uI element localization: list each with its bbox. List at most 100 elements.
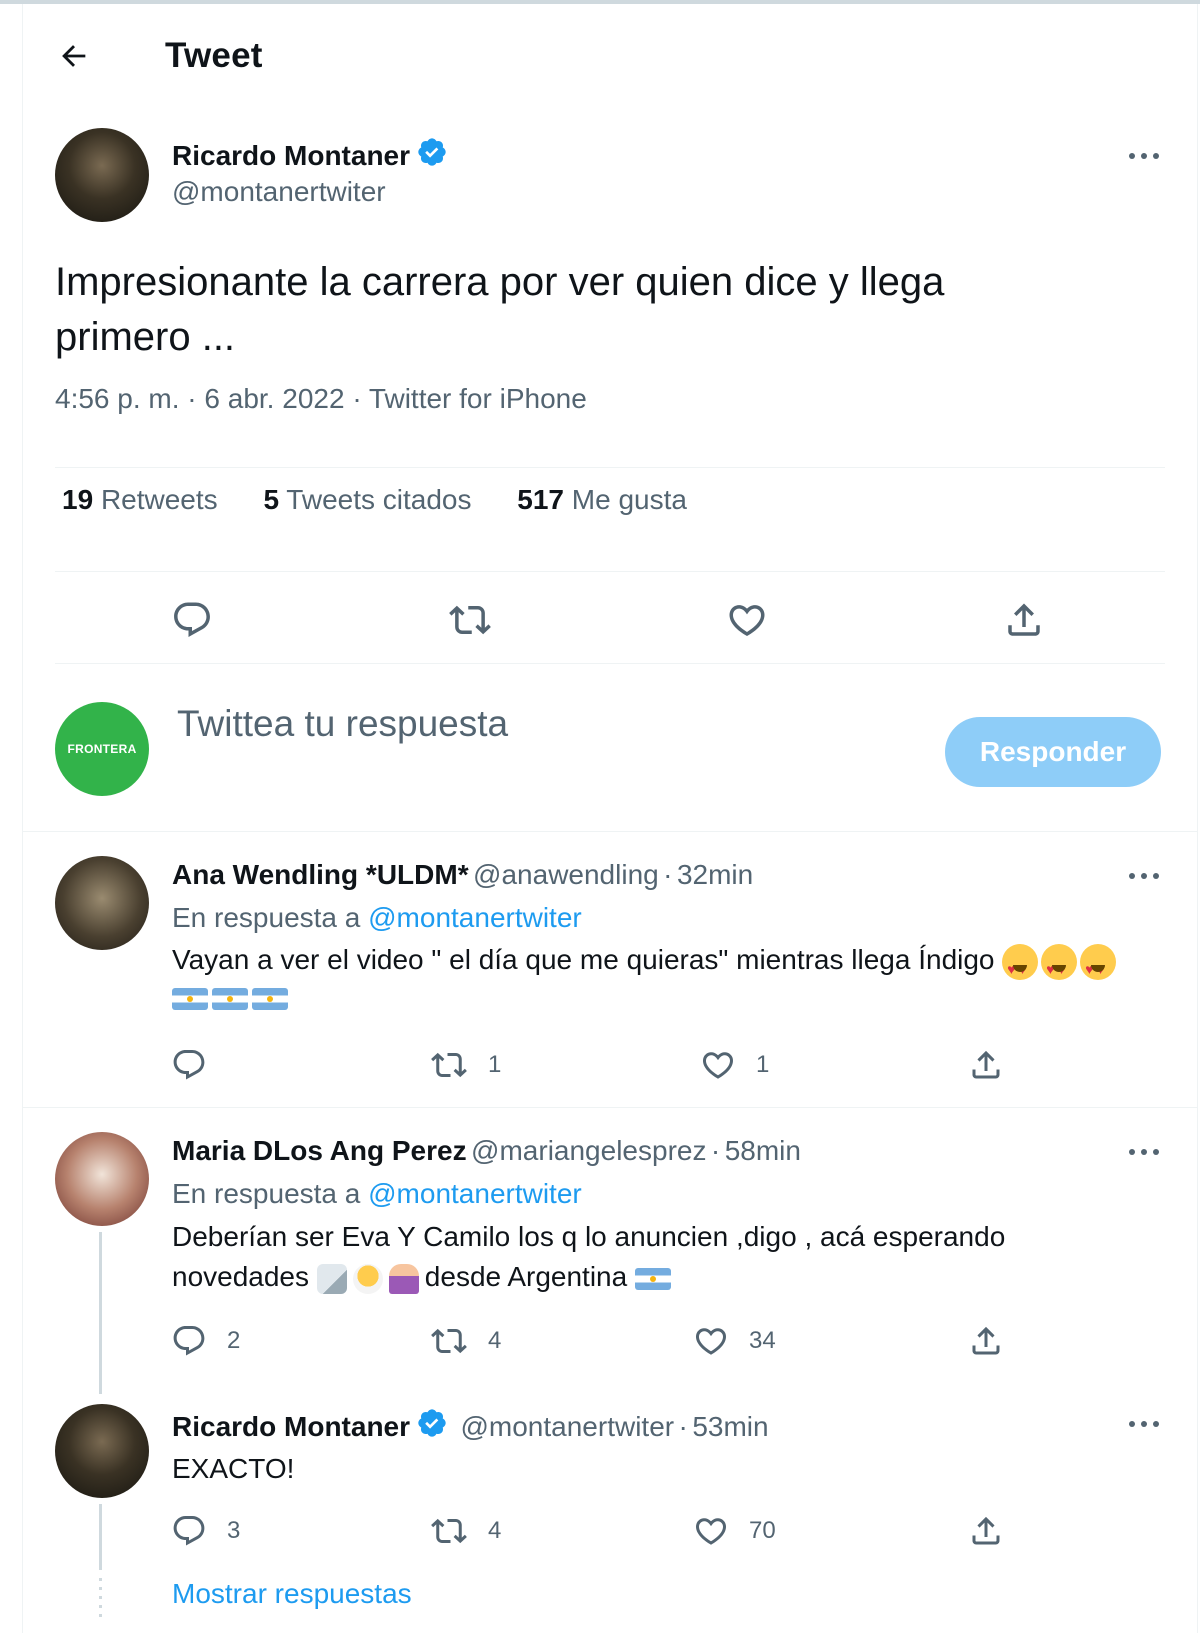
retweet-button[interactable]: 4 <box>430 1323 501 1359</box>
author-handle[interactable]: @montanertwiter <box>172 176 386 208</box>
more-icon <box>1129 153 1159 159</box>
more-icon <box>1129 1421 1159 1427</box>
author-name[interactable]: Ana Wendling *ULDM* <box>172 859 469 890</box>
author-handle[interactable]: @montanertwiter <box>460 1411 674 1442</box>
responder-button[interactable]: Responder <box>945 717 1161 787</box>
tweet-time[interactable]: 4:56 p. m. <box>55 383 180 414</box>
reply-time[interactable]: 53min <box>692 1411 768 1442</box>
flag-argentina <box>634 1267 671 1290</box>
reply-time[interactable]: 32min <box>677 859 753 890</box>
like-button[interactable]: 70 <box>693 1513 776 1549</box>
thread-connector <box>99 1232 102 1394</box>
reply-button[interactable]: 2 <box>171 1323 240 1359</box>
page-title: Tweet <box>165 36 263 75</box>
meta-separator: · <box>663 859 673 890</box>
tweet-source[interactable]: Twitter for iPhone <box>369 383 587 414</box>
show-replies-link[interactable]: Mostrar respuestas <box>172 1578 412 1610</box>
reply-text-line: Deberían ser Eva Y Camilo los q lo anunc… <box>172 1221 1006 1252</box>
like-button[interactable]: 34 <box>693 1323 776 1359</box>
quotes-stat[interactable]: 5 Tweets citados <box>263 484 471 516</box>
retweet-button[interactable]: 4 <box>430 1513 501 1549</box>
emoji-baby-bottle <box>316 1263 347 1294</box>
verified-badge-icon <box>418 1409 446 1437</box>
retweet-icon <box>431 1328 467 1354</box>
reply-time[interactable]: 58min <box>725 1135 801 1166</box>
composer-avatar[interactable]: FRONTERA <box>55 702 149 796</box>
reply-button[interactable] <box>171 599 213 641</box>
avatar[interactable] <box>55 1404 149 1498</box>
mention-link[interactable]: @montanertwiter <box>368 902 582 933</box>
meta-separator: · <box>352 383 362 414</box>
timeline-column <box>22 4 1198 1633</box>
divider <box>55 663 1165 664</box>
emoji-heart-eyes <box>1080 943 1117 989</box>
avatar[interactable] <box>55 856 149 950</box>
like-icon <box>729 605 765 637</box>
more-icon <box>1129 1149 1159 1155</box>
mention-link[interactable]: @montanertwiter <box>368 1178 582 1209</box>
reply-prefix: En respuesta a <box>172 902 361 933</box>
avatar[interactable] <box>55 128 149 222</box>
share-icon <box>972 1326 1000 1355</box>
share-button[interactable] <box>968 1047 1004 1083</box>
reply-icon <box>173 1516 205 1546</box>
page-header: Tweet <box>0 0 1200 110</box>
more-button[interactable] <box>1124 144 1164 168</box>
reply-button[interactable]: 3 <box>171 1513 240 1549</box>
meta-separator: · <box>710 1135 721 1166</box>
tweet-text-line: Impresionante la carrera por ver quien d… <box>55 260 945 304</box>
avatar[interactable] <box>55 1132 149 1226</box>
author-name[interactable]: Ricardo Montaner <box>172 1411 410 1442</box>
reply-count: 3 <box>227 1517 241 1544</box>
retweet-button[interactable]: 1 <box>430 1047 501 1083</box>
thread-dots <box>99 1578 102 1623</box>
reply-text-line: novedades desde Argentina <box>172 1257 1162 1297</box>
emoji-heart-eyes <box>1041 943 1078 989</box>
tweet-date[interactable]: 6 abr. 2022 <box>204 383 344 414</box>
reply-input[interactable]: Twittea tu respuesta <box>177 703 508 745</box>
reply-text-segment: desde Argentina <box>424 1261 628 1292</box>
reply-icon <box>174 602 210 637</box>
retweets-stat[interactable]: 19 Retweets <box>62 484 218 516</box>
share-icon <box>972 1516 1000 1545</box>
back-arrow-icon <box>62 45 86 67</box>
reply-prefix: En respuesta a <box>172 1178 361 1209</box>
emoji-heart-eyes <box>1002 943 1039 989</box>
like-button[interactable] <box>726 599 768 641</box>
share-button[interactable] <box>968 1323 1004 1359</box>
verified-badge-icon <box>418 138 446 166</box>
reply-header: Ana Wendling *ULDM* @anawendling · 32min <box>172 859 753 891</box>
retweets-label: Retweets <box>100 484 218 515</box>
tweet-text: Impresionante la carrera por ver quien d… <box>55 255 1135 365</box>
tweet-meta: 4:56 p. m. · 6 abr. 2022 · Twitter for i… <box>55 383 587 415</box>
like-button[interactable]: 1 <box>700 1047 769 1083</box>
author-name[interactable]: Ricardo Montaner <box>172 140 410 171</box>
frontera-logo-text: FRONTERA <box>67 742 137 756</box>
back-button[interactable] <box>52 34 96 78</box>
reply-context: En respuesta a @montanertwiter <box>172 902 582 934</box>
more-button[interactable] <box>1124 864 1164 888</box>
author-handle[interactable]: @anawendling <box>473 859 659 890</box>
reply-text-segment: novedades <box>172 1261 310 1292</box>
divider <box>55 467 1165 468</box>
reply-text: Deberían ser Eva Y Camilo los q lo anunc… <box>172 1217 1162 1297</box>
more-button[interactable] <box>1124 1140 1164 1164</box>
retweet-icon <box>431 1052 467 1078</box>
author-name[interactable]: Maria DLos Ang Perez <box>172 1135 467 1166</box>
share-button[interactable] <box>1003 599 1045 641</box>
emoji-baby <box>388 1263 419 1294</box>
tweet-text-line: primero ... <box>55 315 236 359</box>
flag-argentina <box>172 988 208 1010</box>
author-handle[interactable]: @mariangelesprez <box>471 1135 706 1166</box>
reply-button[interactable] <box>171 1047 207 1083</box>
emoji-hatching-chick <box>352 1263 383 1294</box>
retweet-button[interactable] <box>448 599 492 641</box>
meta-separator: · <box>678 1411 688 1442</box>
more-button[interactable] <box>1124 1412 1164 1436</box>
share-button[interactable] <box>968 1513 1004 1549</box>
divider <box>55 571 1165 572</box>
more-icon <box>1129 873 1159 879</box>
reply-text: EXACTO! <box>172 1453 295 1484</box>
likes-stat[interactable]: 517 Me gusta <box>517 484 687 516</box>
reply-text: Vayan a ver el video " el día que me qui… <box>172 940 1162 989</box>
